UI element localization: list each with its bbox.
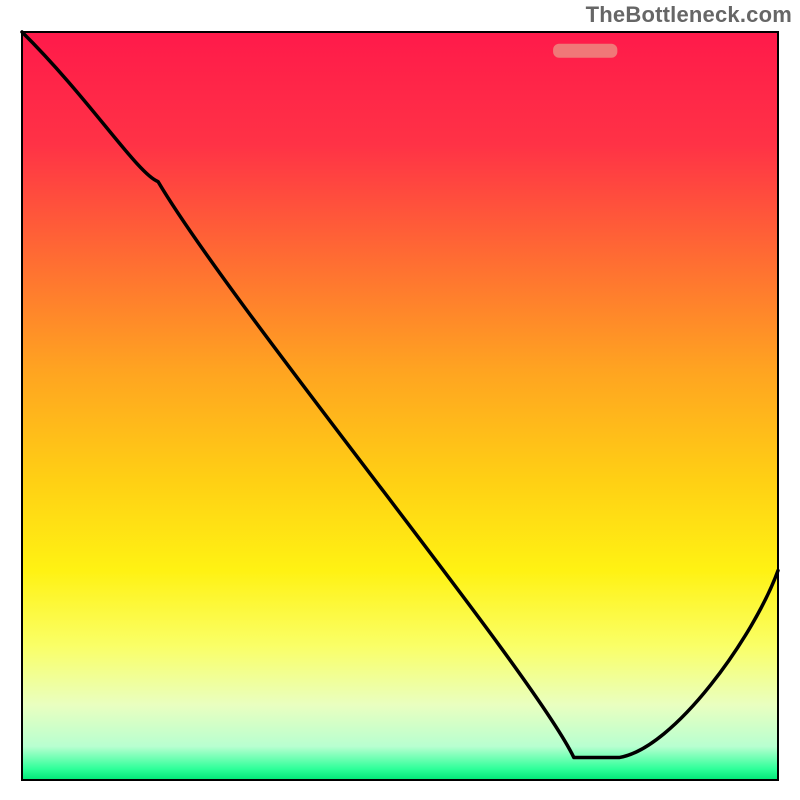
optimal-marker — [553, 44, 617, 58]
attribution-text: TheBottleneck.com — [586, 2, 792, 28]
plot-group — [22, 32, 778, 780]
chart-wrapper: TheBottleneck.com — [0, 0, 800, 800]
gradient-background — [22, 32, 778, 780]
chart-svg — [0, 0, 800, 800]
